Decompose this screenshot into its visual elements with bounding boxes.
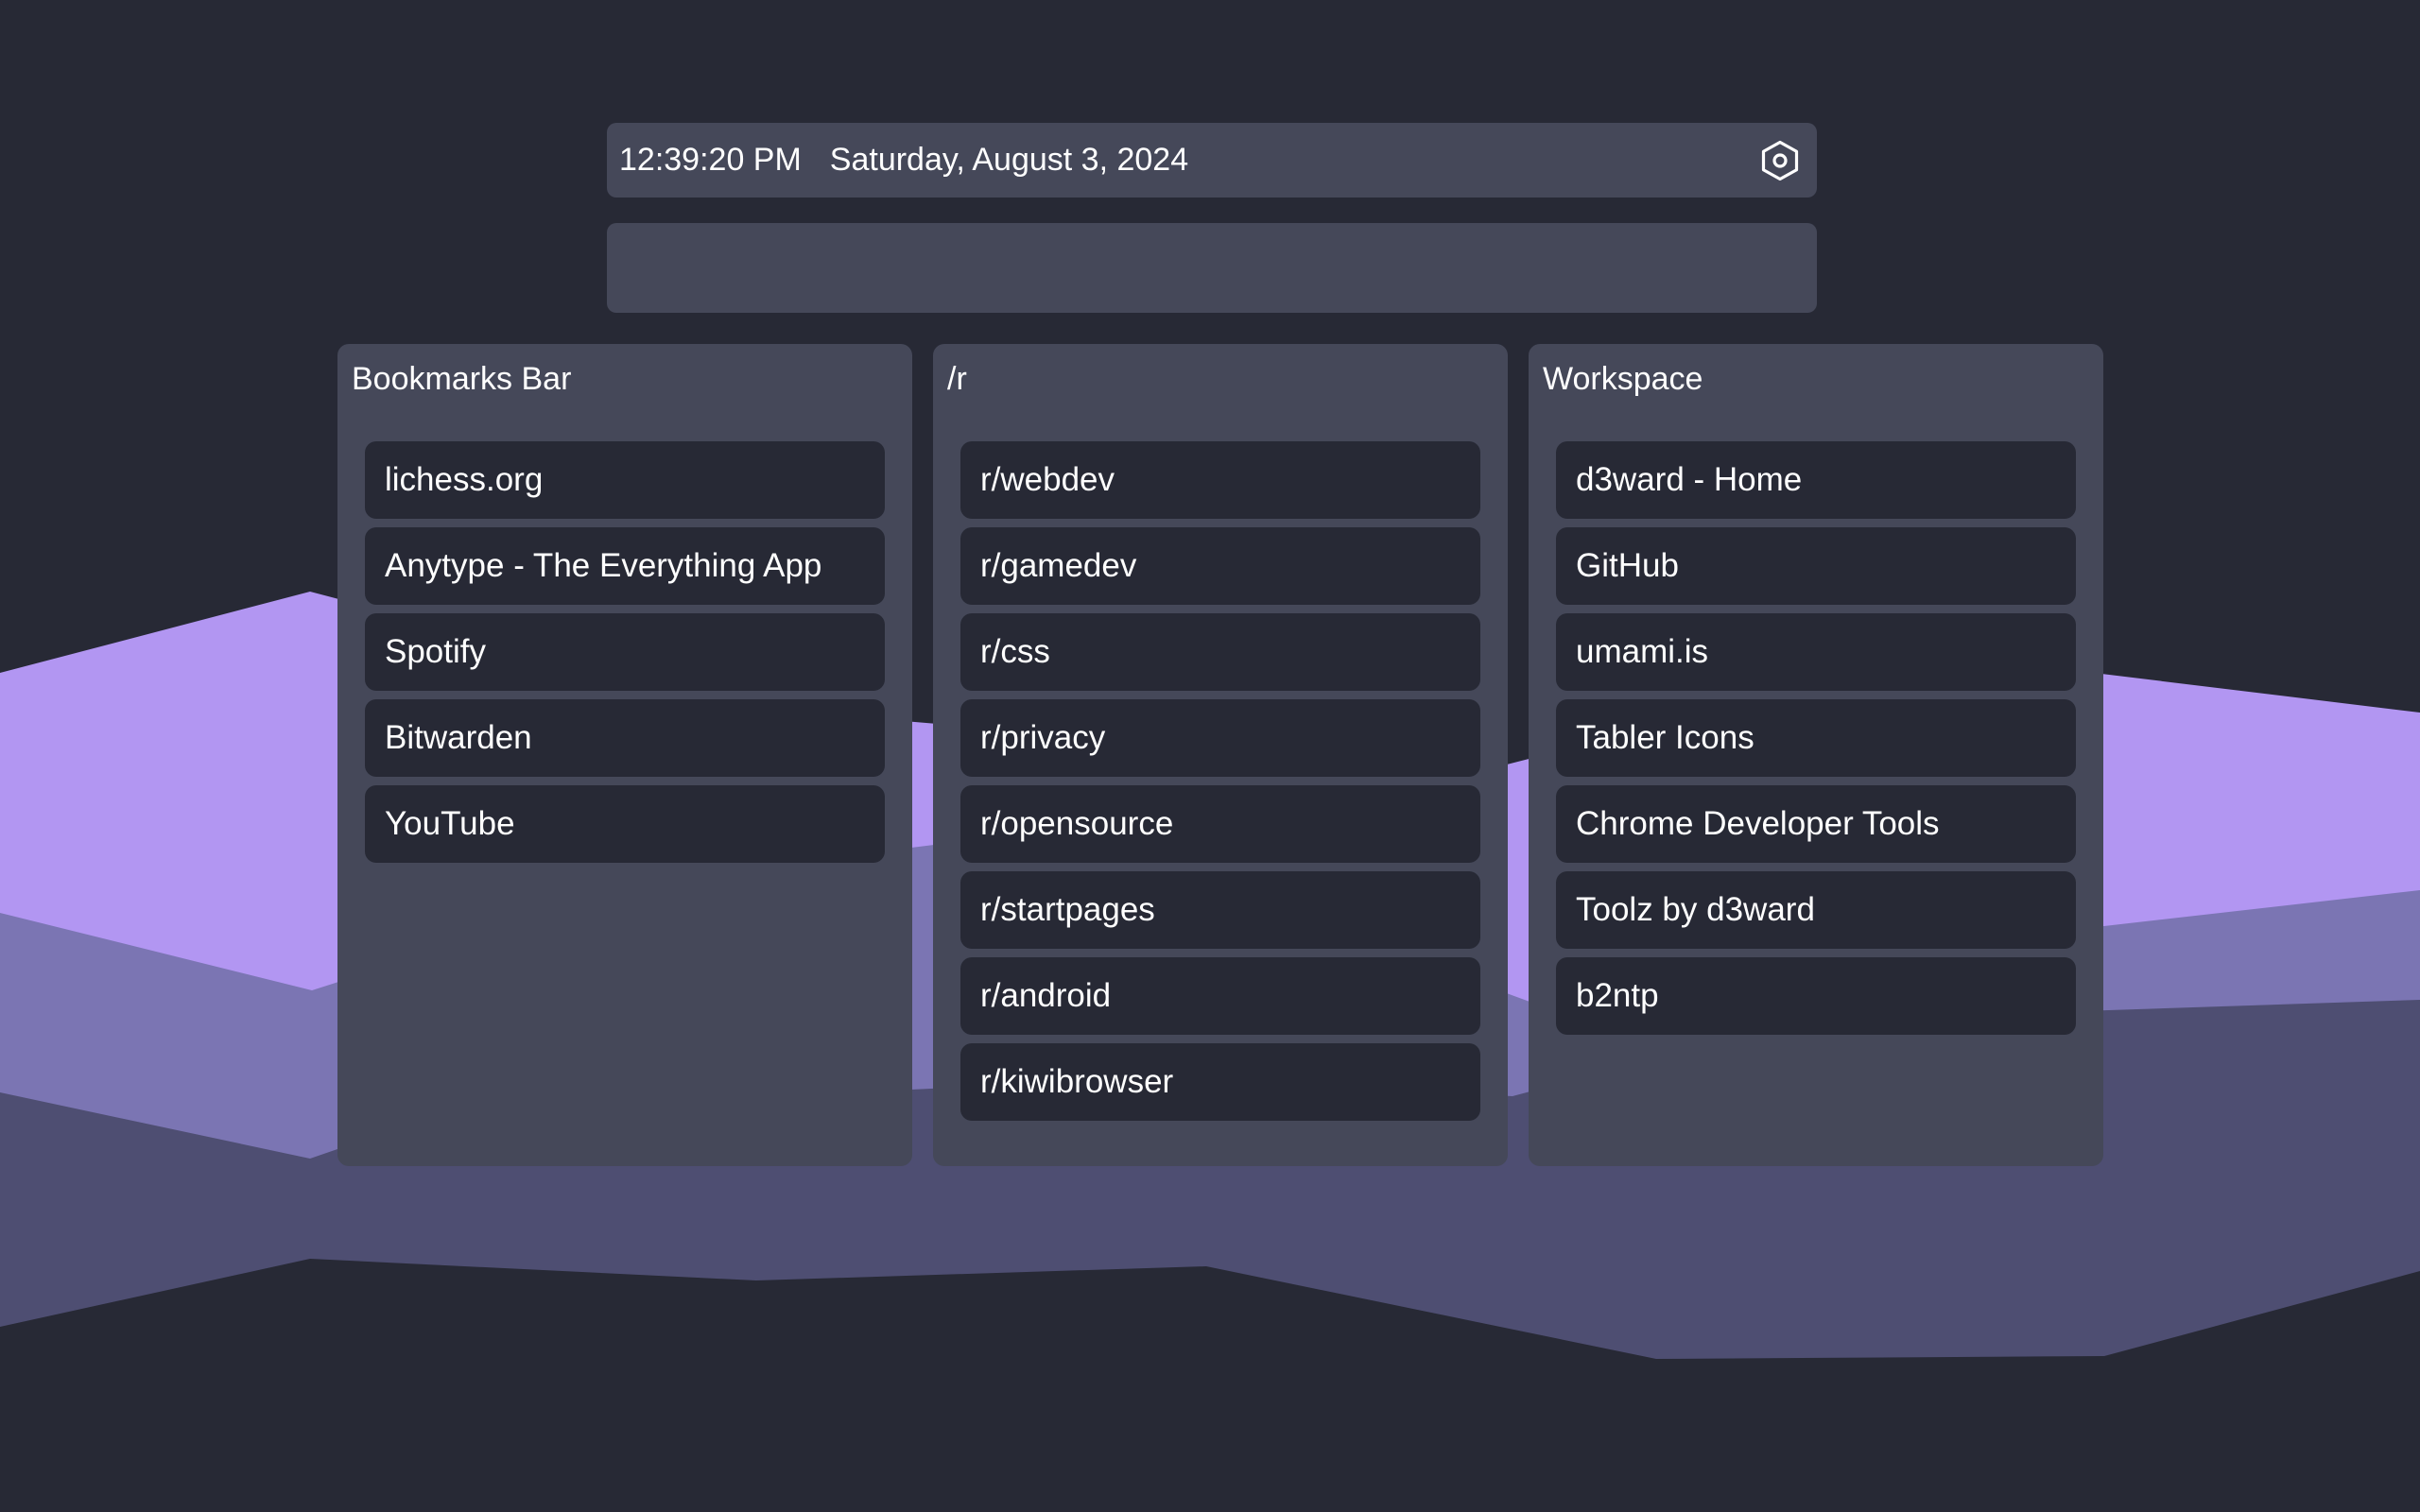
bookmark-link[interactable]: Tabler Icons <box>1556 699 2076 777</box>
bookmark-link[interactable]: YouTube <box>365 785 885 863</box>
bookmark-link[interactable]: r/privacy <box>960 699 1480 777</box>
bookmark-link[interactable]: Anytype - The Everything App <box>365 527 885 605</box>
folder-links: lichess.org Anytype - The Everything App… <box>365 441 885 871</box>
search-input[interactable] <box>607 223 1817 313</box>
folder-title: Bookmarks Bar <box>352 361 572 397</box>
clock-time: 12:39:20 PM <box>619 142 802 178</box>
bookmark-link[interactable]: r/kiwibrowser <box>960 1043 1480 1121</box>
folder-title: /r <box>947 361 967 397</box>
bookmark-link[interactable]: Spotify <box>365 613 885 691</box>
bookmark-link[interactable]: r/opensource <box>960 785 1480 863</box>
settings-button[interactable] <box>1758 139 1802 182</box>
folder-links: d3ward - Home GitHub umami.is Tabler Ico… <box>1556 441 2076 1043</box>
clock-bar: 12:39:20 PM Saturday, August 3, 2024 <box>607 123 1817 198</box>
bookmark-link[interactable]: r/startpages <box>960 871 1480 949</box>
bookmark-folder-r: /r r/webdev r/gamedev r/css r/privacy r/… <box>933 344 1508 1166</box>
folder-title: Workspace <box>1543 361 1703 397</box>
bookmark-link[interactable]: r/css <box>960 613 1480 691</box>
bookmark-folder-workspace: Workspace d3ward - Home GitHub umami.is … <box>1529 344 2103 1166</box>
folder-links: r/webdev r/gamedev r/css r/privacy r/ope… <box>960 441 1480 1129</box>
bookmark-link[interactable]: r/android <box>960 957 1480 1035</box>
bookmark-link[interactable]: lichess.org <box>365 441 885 519</box>
bookmark-link[interactable]: b2ntp <box>1556 957 2076 1035</box>
bookmark-link[interactable]: Toolz by d3ward <box>1556 871 2076 949</box>
bookmark-link[interactable]: Bitwarden <box>365 699 885 777</box>
bookmark-link[interactable]: Chrome Developer Tools <box>1556 785 2076 863</box>
bookmark-link[interactable]: umami.is <box>1556 613 2076 691</box>
clock-date: Saturday, August 3, 2024 <box>829 142 1189 178</box>
bookmark-link[interactable]: r/gamedev <box>960 527 1480 605</box>
bookmark-folder-bookmarks-bar: Bookmarks Bar lichess.org Anytype - The … <box>337 344 912 1166</box>
settings-icon <box>1761 140 1799 180</box>
bookmark-link[interactable]: r/webdev <box>960 441 1480 519</box>
bookmark-link[interactable]: GitHub <box>1556 527 2076 605</box>
bookmark-link[interactable]: d3ward - Home <box>1556 441 2076 519</box>
